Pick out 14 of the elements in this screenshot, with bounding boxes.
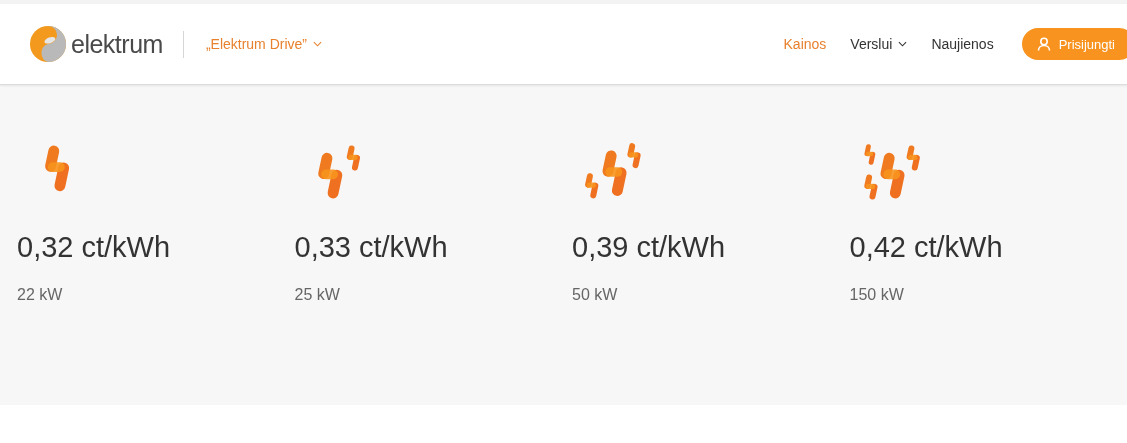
user-icon <box>1036 37 1051 51</box>
price-text: 0,32 ct/kWh <box>17 231 172 264</box>
power-text: 150 kW <box>849 286 905 304</box>
price-text: 0,39 ct/kWh <box>572 231 727 264</box>
elektrum-logo[interactable]: elektrum <box>29 25 163 63</box>
chevron-down-icon <box>313 41 322 47</box>
power-text: 22 kW <box>17 286 64 304</box>
power-text: 50 kW <box>572 286 619 304</box>
price-text: 0,33 ct/kWh <box>294 231 449 264</box>
chevron-down-icon <box>898 41 908 47</box>
nav-link[interactable]: Verslui <box>850 36 908 52</box>
nav-link[interactable]: Naujienos <box>931 36 994 52</box>
price-text: 0,42 ct/kWh <box>849 231 1004 264</box>
power-text: 25 kW <box>294 286 341 304</box>
